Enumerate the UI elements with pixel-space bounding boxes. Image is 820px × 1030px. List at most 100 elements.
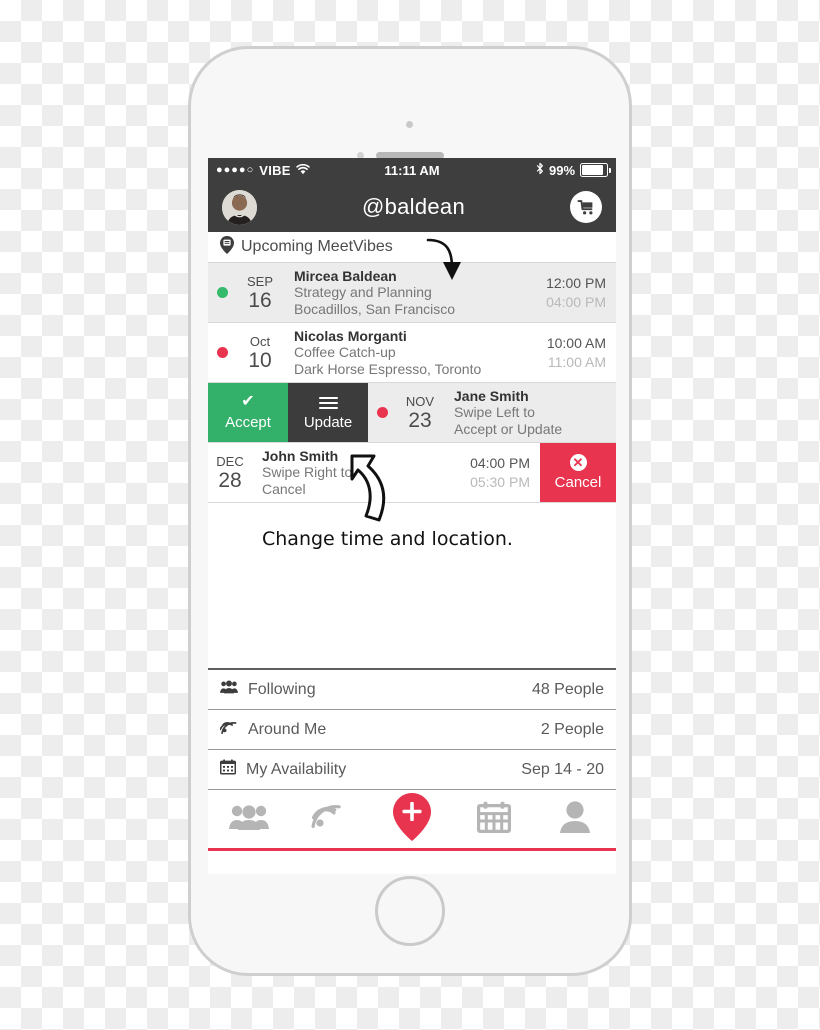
status-bar: ●●●●○ VIBE 11:11 AM 99% <box>208 158 616 182</box>
event-times: 04:00 PM 05:30 PM <box>470 454 540 490</box>
update-button[interactable]: Update <box>288 383 368 442</box>
section-title: Upcoming MeetVibes <box>241 238 393 255</box>
event-info: Mircea Baldean Strategy and Planning Boc… <box>284 268 546 318</box>
broadcast-signal-icon <box>219 719 238 740</box>
event-month: DEC <box>216 453 244 469</box>
checkmark-icon: ✔ <box>241 393 255 410</box>
list-item-around-me[interactable]: Around Me 2 People <box>208 710 616 750</box>
users-group-icon <box>228 803 269 835</box>
add-pin-icon <box>392 792 431 846</box>
event-month: NOV <box>405 393 435 409</box>
tab-calendar[interactable] <box>453 801 535 838</box>
accept-button[interactable]: ✔ Accept <box>208 383 288 442</box>
status-badge <box>216 347 228 358</box>
phone-device-frame: ●●●●○ VIBE 11:11 AM 99% @baldean Upcomin… <box>188 46 632 976</box>
event-subject: Strategy and Planning <box>294 284 432 301</box>
tab-profile[interactable] <box>534 800 616 838</box>
event-info: Jane Smith Swipe Left to Accept or Updat… <box>444 388 616 438</box>
event-month: SEP <box>246 273 273 289</box>
signal-strength-icon: ●●●●○ <box>216 164 255 176</box>
event-times: 12:00 PM 04:00 PM <box>546 274 616 310</box>
status-bar-right: 99% <box>440 162 612 178</box>
list-item-my-availability[interactable]: My Availability Sep 14 - 20 <box>208 750 616 790</box>
empty-content-area <box>208 503 616 670</box>
event-row[interactable]: Oct 10 Nicolas Morganti Coffee Catch-up … <box>208 323 616 383</box>
event-status-dot-cell <box>368 407 396 418</box>
event-info: Nicolas Morganti Coffee Catch-up Dark Ho… <box>284 328 547 378</box>
calendar-icon <box>219 759 237 780</box>
event-start-time: 10:00 AM <box>546 335 606 352</box>
list-item-value: Sep 14 - 20 <box>521 760 604 778</box>
bottom-tab-bar <box>208 790 616 851</box>
hamburger-menu-icon <box>318 394 338 412</box>
event-location: Bocadillos, San Francisco <box>294 300 456 317</box>
event-start-time: 12:00 PM <box>546 275 606 292</box>
event-day: 16 <box>248 288 272 312</box>
status-bar-clock: 11:11 AM <box>384 162 440 178</box>
event-row-swiped-left[interactable]: ✔ Accept Update NOV 23 Jane Smith Swipe … <box>208 383 616 443</box>
event-person-name: John Smith <box>262 447 339 464</box>
event-person-name: Mircea Baldean <box>294 267 397 284</box>
profile-person-icon <box>560 800 591 838</box>
list-item-label: Around Me <box>248 720 327 738</box>
tab-following[interactable] <box>208 803 290 835</box>
event-times: 10:00 AM 11:00 AM <box>547 334 616 370</box>
event-row[interactable]: SEP 16 Mircea Baldean Strategy and Plann… <box>208 263 616 323</box>
event-subject: Swipe Left to <box>454 404 535 421</box>
circle-x-icon: ✕ <box>569 454 587 471</box>
section-header-upcoming-meetvibes: Upcoming MeetVibes <box>208 232 616 263</box>
status-bar-left: ●●●●○ VIBE <box>216 163 384 178</box>
event-row-swiped-right[interactable]: DEC 28 John Smith Swipe Right to Cancel … <box>208 443 616 503</box>
status-badge <box>216 287 228 298</box>
event-date: NOV 23 <box>396 395 444 431</box>
list-item-value: 2 People <box>540 720 604 738</box>
event-person-name: Nicolas Morganti <box>294 327 407 344</box>
list-item-following[interactable]: Following 48 People <box>208 670 616 710</box>
bluetooth-icon <box>536 162 544 178</box>
event-location: Dark Horse Espresso, Toronto <box>294 360 482 377</box>
carrier-label: VIBE <box>259 162 291 178</box>
event-end-time: 05:30 PM <box>470 473 530 490</box>
event-end-time: 04:00 PM <box>546 293 606 310</box>
event-day: 28 <box>218 468 242 492</box>
event-date: DEC 28 <box>208 455 252 491</box>
phone-screen: ●●●●○ VIBE 11:11 AM 99% @baldean Upcomin… <box>208 158 616 874</box>
event-location: Accept or Update <box>454 420 563 437</box>
front-camera-icon <box>406 121 413 128</box>
tab-around-me[interactable] <box>290 801 372 838</box>
broadcast-signal-icon <box>311 801 349 838</box>
event-date: Oct 10 <box>236 335 284 371</box>
event-month: Oct <box>249 333 271 349</box>
battery-icon <box>580 163 612 177</box>
event-info: John Smith Swipe Right to Cancel <box>252 448 470 498</box>
users-group-icon <box>220 680 238 699</box>
cancel-button[interactable]: ✕ Cancel <box>540 443 616 502</box>
list-item-label: Following <box>248 680 316 698</box>
event-subject: Swipe Right to <box>262 464 353 481</box>
location-pin-icon <box>220 235 234 259</box>
event-day: 10 <box>248 348 272 372</box>
event-person-name: Jane Smith <box>454 387 529 404</box>
event-day: 23 <box>408 408 432 432</box>
tab-add-meetvibe[interactable] <box>371 792 453 846</box>
event-start-time: 04:00 PM <box>470 455 530 472</box>
wifi-icon <box>296 163 310 178</box>
page-title: @baldean <box>361 194 466 219</box>
battery-percent-label: 99% <box>548 162 576 178</box>
calendar-icon <box>476 801 511 838</box>
status-badge <box>376 407 388 418</box>
home-button[interactable] <box>375 876 445 946</box>
shopping-cart-icon[interactable] <box>570 191 602 223</box>
event-location: Cancel <box>262 480 306 497</box>
avatar[interactable] <box>222 189 257 225</box>
event-subject: Coffee Catch-up <box>294 344 396 361</box>
event-end-time: 11:00 AM <box>547 353 606 370</box>
event-status-dot-cell <box>208 347 236 358</box>
cancel-label: Cancel <box>554 474 602 491</box>
update-label: Update <box>303 413 353 431</box>
event-date: SEP 16 <box>236 275 284 311</box>
swipe-left-action-group: ✔ Accept Update <box>208 383 368 442</box>
list-item-label: My Availability <box>246 760 347 778</box>
list-item-value: 48 People <box>531 680 604 698</box>
app-header: @baldean <box>208 182 616 232</box>
